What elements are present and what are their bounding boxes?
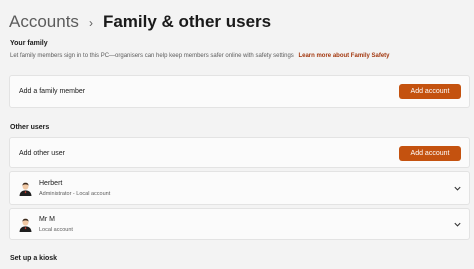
user-row-herbert[interactable]: Herbert Administrator - Local account [9,171,470,205]
user-account-type: Local account [39,227,73,233]
user-name: Herbert [39,180,63,187]
add-family-account-button[interactable]: Add account [399,84,461,99]
family-description-text: Let family members sign in to this PC—or… [10,53,294,59]
user-account-type: Administrator - Local account [39,191,111,197]
chevron-right-icon: › [88,16,93,30]
breadcrumb-accounts-link[interactable]: Accounts [9,12,79,32]
add-other-user-label: Add other user [19,150,65,157]
add-family-member-label: Add a family member [19,88,86,95]
chevron-down-icon[interactable] [453,220,462,229]
user-row-mr-m[interactable]: Mr M Local account [9,208,470,240]
user-avatar-icon [19,218,32,232]
user-avatar-icon [19,182,32,196]
chevron-down-icon[interactable] [453,184,462,193]
add-other-user-card: Add other user Add account [9,137,470,168]
learn-more-family-safety-link[interactable]: Learn more about Family Safety [298,53,389,59]
add-family-member-card: Add a family member Add account [9,75,470,108]
section-title-kiosk: Set up a kiosk [10,255,58,262]
add-other-account-button[interactable]: Add account [399,146,461,161]
page-title: Family & other users [102,12,272,31]
breadcrumb: Accounts › Family & other users [9,9,271,35]
section-title-other-users: Other users [10,124,50,131]
section-title-your-family: Your family [10,40,48,47]
user-name: Mr M [39,216,55,223]
family-description: Let family members sign in to this PC—or… [10,53,390,59]
